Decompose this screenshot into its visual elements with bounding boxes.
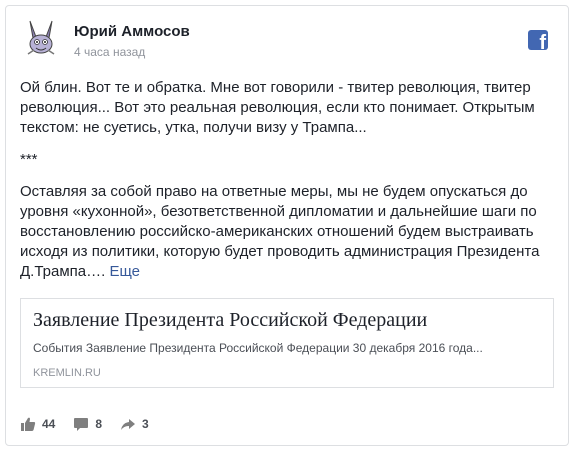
facebook-icon[interactable]: f: [528, 30, 548, 50]
post-header: Юрий Аммосов 4 часа назад f: [20, 18, 556, 66]
post-paragraph: Оставляя за собой право на ответные меры…: [20, 182, 560, 282]
like-count[interactable]: 44: [20, 416, 55, 432]
comment-count-value: 8: [95, 417, 103, 431]
link-preview-domain: KREMLIN.RU: [33, 367, 101, 379]
link-preview-description: События Заявление Президента Российской …: [33, 341, 483, 355]
post-author-name[interactable]: Юрий Аммосов: [74, 23, 190, 40]
link-preview-title[interactable]: Заявление Президента Российской Федераци…: [33, 309, 427, 332]
share-count-value: 3: [142, 417, 149, 431]
thumbs-up-icon: [21, 417, 36, 431]
comment-icon: [74, 418, 89, 431]
post-separator: ***: [20, 151, 38, 168]
post-paragraph-text: Оставляя за собой право на ответные меры…: [20, 183, 540, 280]
share-arrow-icon: [121, 419, 136, 430]
post-timestamp[interactable]: 4 часа назад: [74, 45, 145, 59]
link-preview-card[interactable]: Заявление Президента Российской Федераци…: [20, 298, 554, 388]
post-paragraph: Ой блин. Вот те и обратка. Мне вот говор…: [20, 79, 535, 136]
bunny-avatar-icon[interactable]: [20, 18, 62, 60]
comment-count[interactable]: 8: [73, 416, 102, 432]
post-stats-bar: 44 8 3: [20, 414, 167, 434]
post-body: Ой блин. Вот те и обратка. Мне вот говор…: [20, 78, 560, 294]
share-count[interactable]: 3: [120, 416, 149, 432]
facebook-post-card: Юрий Аммосов 4 часа назад f Ой блин. Вот…: [5, 5, 569, 446]
like-count-value: 44: [42, 417, 56, 431]
see-more-link[interactable]: Еще: [109, 263, 140, 280]
